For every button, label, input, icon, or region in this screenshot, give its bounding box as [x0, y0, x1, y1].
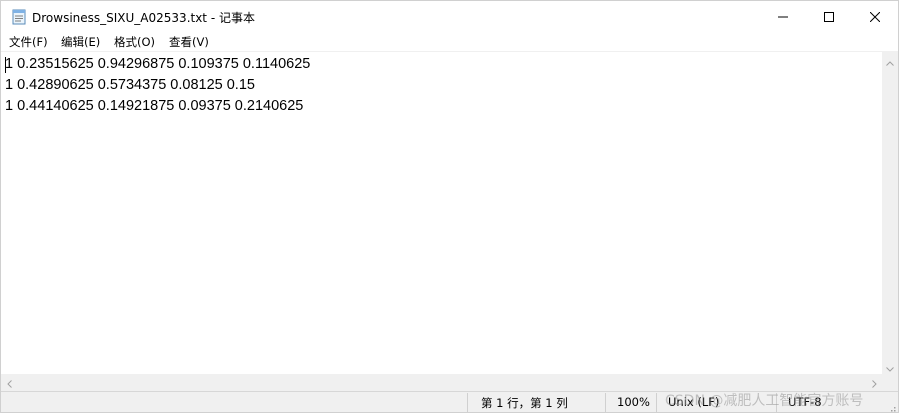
chevron-right-icon — [871, 373, 877, 392]
close-button[interactable] — [852, 1, 898, 32]
horizontal-scrollbar[interactable] — [1, 374, 882, 391]
maximize-button[interactable] — [806, 1, 852, 32]
status-divider — [776, 393, 777, 412]
scroll-up-button[interactable] — [882, 52, 898, 68]
status-divider — [467, 393, 468, 412]
line-ending: Unix (LF) — [668, 395, 720, 409]
text-line: 1 0.23515625 0.94296875 0.109375 0.11406… — [5, 56, 311, 72]
scrollbar-corner — [882, 374, 898, 391]
vertical-scrollbar[interactable] — [882, 52, 898, 374]
text-line: 1 0.44140625 0.14921875 0.09375 0.214062… — [5, 98, 304, 114]
text-line: 1 0.42890625 0.5734375 0.08125 0.15 — [5, 77, 255, 93]
close-icon — [869, 7, 881, 26]
window-title: Drowsiness_SIXU_A02533.txt - 记事本 — [32, 11, 255, 25]
scroll-left-button[interactable] — [1, 374, 17, 391]
status-divider — [656, 393, 657, 412]
minimize-button[interactable] — [760, 1, 806, 32]
cursor-position: 第 1 行，第 1 列 — [481, 396, 568, 410]
menu-edit[interactable]: 编辑(E) — [59, 34, 102, 50]
menu-bar: 文件(F) 编辑(E) 格式(O) 查看(V) — [1, 32, 898, 52]
scroll-down-button[interactable] — [882, 358, 898, 374]
resize-grip-icon[interactable] — [886, 400, 896, 412]
menu-file[interactable]: 文件(F) — [7, 34, 50, 50]
chevron-up-icon — [886, 51, 894, 70]
zoom-level: 100% — [617, 395, 650, 409]
chevron-down-icon — [886, 357, 894, 376]
text-editor[interactable]: 1 0.23515625 0.94296875 0.109375 0.11406… — [1, 52, 882, 374]
notepad-window: Drowsiness_SIXU_A02533.txt - 记事本 文件(F) 编… — [0, 0, 899, 413]
text-caret — [5, 57, 6, 73]
chevron-left-icon — [6, 373, 12, 392]
minimize-icon — [778, 7, 788, 26]
menu-format[interactable]: 格式(O) — [112, 34, 157, 50]
scroll-right-button[interactable] — [866, 374, 882, 391]
status-bar: 第 1 行，第 1 列 100% Unix (LF) UTF-8 — [1, 391, 898, 412]
notepad-icon — [11, 8, 27, 25]
maximize-icon — [824, 7, 834, 26]
title-bar[interactable]: Drowsiness_SIXU_A02533.txt - 记事本 — [1, 1, 898, 32]
encoding: UTF-8 — [788, 395, 822, 409]
status-divider — [605, 393, 606, 412]
menu-view[interactable]: 查看(V) — [167, 34, 211, 50]
